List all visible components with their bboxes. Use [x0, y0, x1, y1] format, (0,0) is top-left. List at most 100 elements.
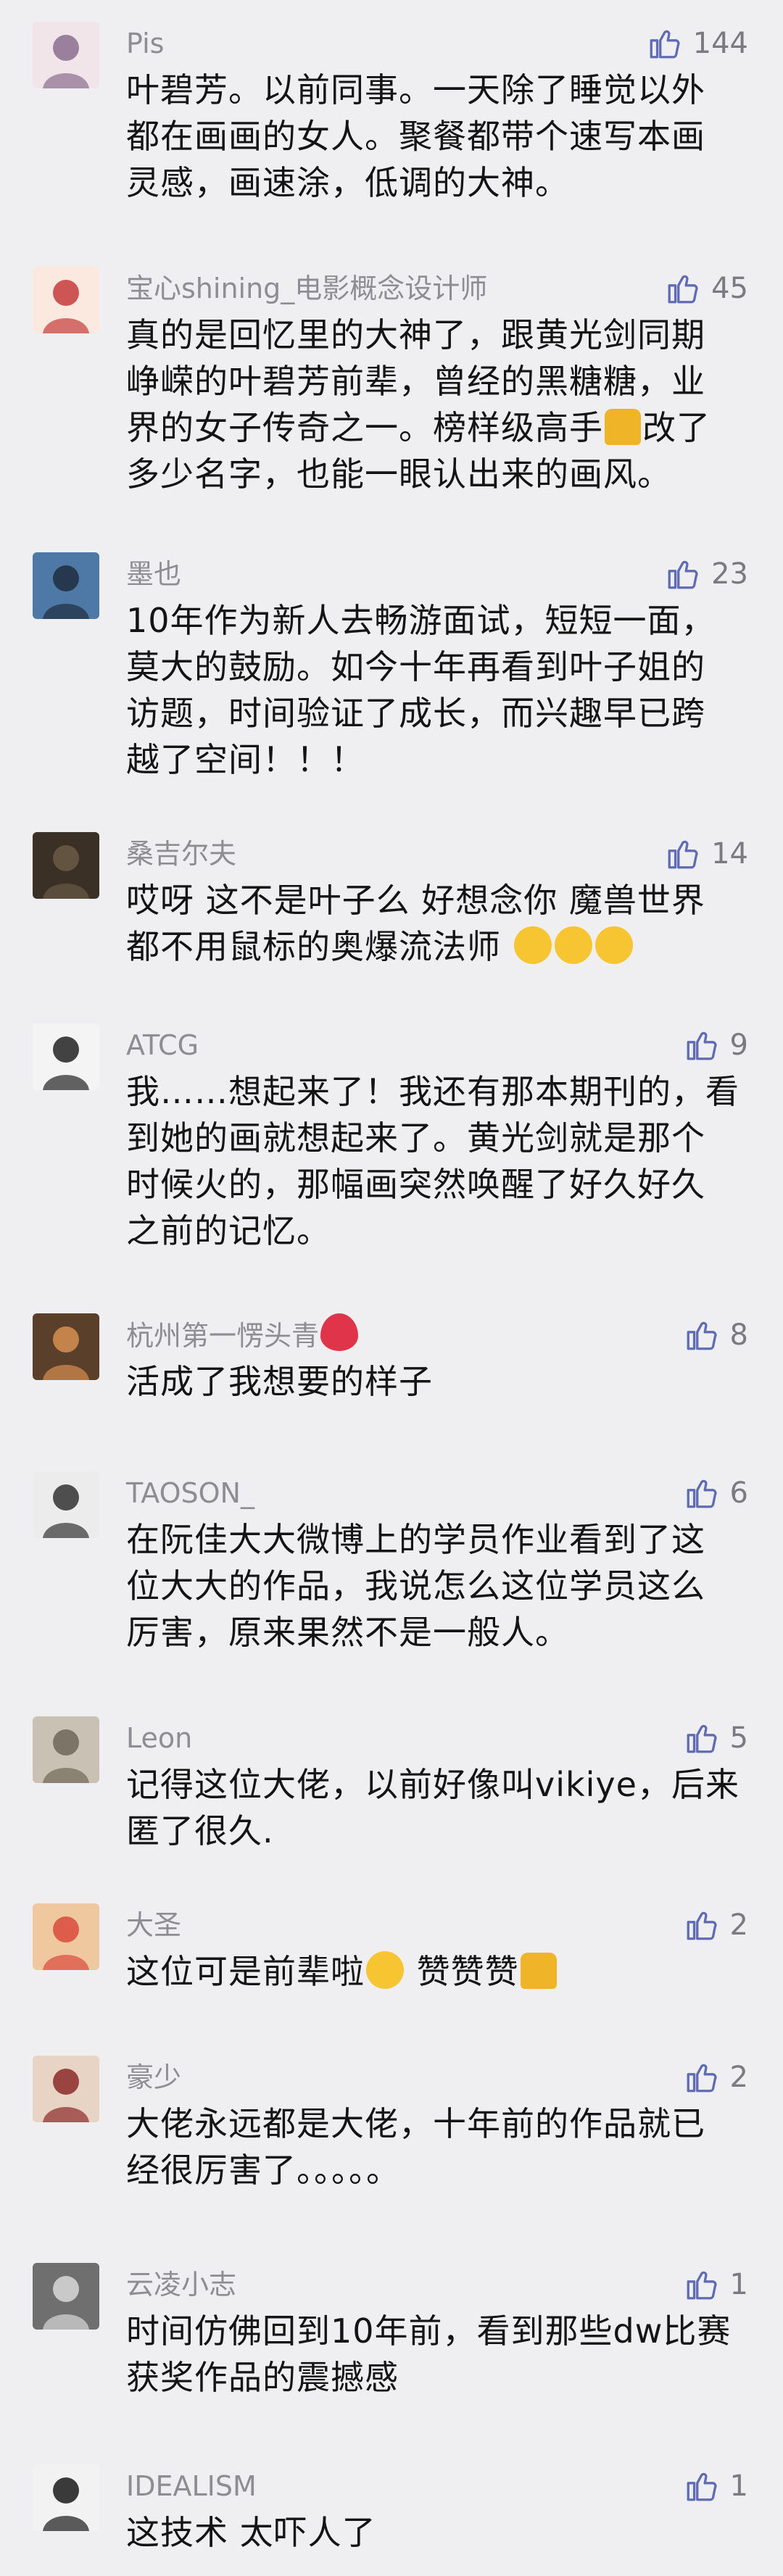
like-count: 8	[729, 1318, 748, 1352]
thumbs-up-icon[interactable]	[684, 1475, 720, 1511]
avatar-image	[33, 832, 99, 899]
thumbs-up-icon[interactable]	[684, 2059, 720, 2095]
comment-text-line: 叶碧芳。以前同事。一天除了睡觉以外	[126, 70, 705, 109]
comment-text-line: 位大大的作品，我说怎么这位学员这么	[126, 1566, 705, 1605]
avatar-image	[33, 1471, 99, 1538]
comment-text-line: 匿了很久.	[126, 1811, 274, 1850]
like-button[interactable]: 1	[684, 2263, 748, 2306]
avatar[interactable]	[33, 1023, 99, 1090]
comment-text-line: 到她的画就想起来了。黄光剑就是那个	[126, 1118, 705, 1158]
like-button[interactable]: 2	[684, 1903, 748, 1947]
comment-text-line: 厉害，原来果然不是一般人。	[126, 1613, 569, 1652]
commenter-name[interactable]: 墨也	[126, 552, 181, 596]
comment-text-line: 时间仿佛回到10年前，看到那些dw比赛	[126, 2311, 732, 2351]
commenter-name[interactable]: 宝心shining_电影概念设计师	[126, 267, 487, 310]
comment-text-line: 时候火的，那幅画突然唤醒了好久好久	[126, 1165, 705, 1204]
like-button[interactable]: 14	[665, 832, 748, 876]
thumbs-up-icon[interactable]	[665, 556, 701, 592]
strawberry-emoji-icon	[320, 1313, 359, 1351]
avatar[interactable]	[33, 832, 99, 899]
thumbs-up-icon[interactable]	[684, 1317, 720, 1353]
thumbs-up-icon[interactable]	[665, 270, 701, 307]
thumbs-up-icon[interactable]	[684, 2267, 720, 2303]
like-count: 1	[729, 2469, 748, 2503]
comment-text-line: 记得这位大佬，以前好像叫vikiye，后来	[126, 1765, 740, 1804]
comment-text-line: 经很厉害了。。。。。	[126, 2151, 400, 2190]
avatar[interactable]	[33, 2056, 99, 2122]
avatar[interactable]	[33, 1471, 99, 1538]
avatar[interactable]	[33, 2464, 99, 2531]
comment-text-line: 真的是回忆里的大神了，跟黄光剑同期	[126, 315, 705, 354]
comment-text-line: 莫大的鼓励。如今十年再看到叶子姐的	[126, 647, 705, 686]
avatar-image	[33, 2464, 99, 2531]
comment-text-line: 峥嵘的叶碧芳前辈，曾经的黑糖糖，业	[126, 362, 705, 401]
like-button[interactable]: 45	[665, 267, 748, 310]
like-button[interactable]: 144	[647, 22, 748, 65]
like-button[interactable]: 9	[684, 1023, 748, 1067]
comment-text-line: 这技术 太吓人了	[126, 2513, 376, 2552]
avatar[interactable]	[33, 1903, 99, 1970]
like-count: 144	[692, 27, 748, 60]
commenter-name[interactable]: IDEALISM	[126, 2464, 257, 2508]
avatar-image	[33, 267, 99, 333]
commenter-name[interactable]: 大圣	[126, 1903, 181, 1947]
like-count: 9	[729, 1029, 748, 1062]
avatar-image	[33, 552, 99, 619]
avatar[interactable]	[33, 552, 99, 619]
grin-emoji-icon	[366, 1951, 404, 1989]
comment-text-line: 10年作为新人去畅游面试，短短一面，	[126, 601, 716, 640]
avatar-image	[33, 1716, 99, 1783]
commenter-name[interactable]: Leon	[126, 1716, 192, 1760]
commenter-name[interactable]: ATCG	[126, 1023, 199, 1067]
like-button[interactable]: 5	[684, 1716, 748, 1760]
comment-text-line: 我……想起来了！我还有那本期刊的，看	[126, 1072, 740, 1111]
like-count: 2	[729, 2061, 748, 2094]
avatar[interactable]	[33, 1716, 99, 1783]
like-button[interactable]: 1	[684, 2464, 748, 2508]
avatar-image	[33, 22, 99, 88]
laughing-tears-emoji-icon	[594, 926, 633, 964]
thumbs-up-icon[interactable]	[684, 1027, 720, 1063]
like-button[interactable]: 6	[684, 1471, 748, 1515]
like-count: 5	[729, 1721, 748, 1755]
thumbs-up-icon[interactable]	[684, 1720, 720, 1756]
thumbs-up-emoji-icon	[605, 409, 641, 445]
comment-text-line: 这位可是前辈啦 赞赞赞	[126, 1948, 750, 1995]
thumbs-up-icon[interactable]	[684, 1907, 720, 1943]
avatar[interactable]	[33, 1313, 99, 1380]
comment-text-line: 灵感，画速涂，低调的大神。	[126, 163, 569, 202]
comment-text-line: 都不用鼠标的奥爆流法师	[126, 923, 750, 970]
thumbs-up-emoji-icon	[520, 1953, 557, 1989]
comment-text-line: 界的女子传奇之一。榜样级高手 改了	[126, 408, 710, 447]
like-count: 6	[729, 1476, 748, 1510]
commenter-name[interactable]: 云凌小志	[126, 2263, 236, 2306]
avatar[interactable]	[33, 22, 99, 88]
like-button[interactable]: 23	[665, 552, 748, 596]
commenter-name[interactable]: 杭州第一愣头青	[126, 1313, 360, 1358]
comment-text-line: 都在画画的女人。聚餐都带个速写本画	[126, 117, 705, 156]
commenter-name[interactable]: Pis	[126, 22, 164, 65]
commenter-name[interactable]: TAOSON_	[126, 1471, 254, 1515]
commenter-name[interactable]: 豪少	[126, 2056, 181, 2099]
thumbs-up-icon[interactable]	[665, 836, 701, 872]
avatar-image	[33, 1313, 99, 1380]
like-count: 1	[729, 2268, 748, 2301]
comment-text-line: 之前的记忆。	[126, 1211, 331, 1250]
like-count: 14	[711, 837, 748, 871]
thumbs-up-icon[interactable]	[684, 2468, 720, 2504]
like-button[interactable]: 2	[684, 2056, 748, 2099]
avatar-image	[33, 1023, 99, 1090]
comment-text-line: 访题，时间验证了成长，而兴趣早已跨	[126, 694, 705, 733]
like-button[interactable]: 8	[684, 1313, 748, 1357]
comment-text-line: 在阮佳大大微博上的学员作业看到了这	[126, 1520, 705, 1559]
comment-text-line: 活成了我想要的样子	[126, 1362, 433, 1401]
laughing-tears-emoji-icon	[513, 926, 552, 964]
avatar[interactable]	[33, 267, 99, 333]
avatar[interactable]	[33, 2263, 99, 2330]
thumbs-up-icon[interactable]	[647, 25, 683, 62]
laughing-tears-emoji-icon	[554, 926, 592, 964]
comment-text-line: 大佬永远都是大佬，十年前的作品就已	[126, 2104, 705, 2143]
comment-text-line: 获奖作品的震撼感	[126, 2358, 399, 2397]
comment-text-line: 越了空间！！！	[126, 740, 365, 779]
commenter-name[interactable]: 桑吉尔夫	[126, 832, 236, 876]
